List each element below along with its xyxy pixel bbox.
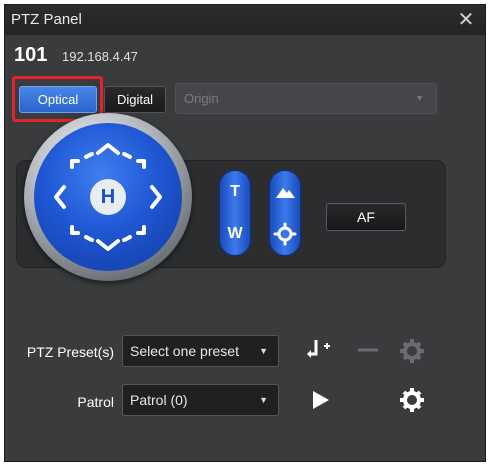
position-select-value: Origin	[184, 91, 219, 106]
remove-preset-icon[interactable]	[354, 336, 382, 364]
zoom-wide-button[interactable]: W	[220, 219, 250, 249]
camera-id: 101	[14, 44, 48, 66]
preset-label: PTZ Preset(s)	[26, 344, 114, 360]
preset-settings-icon[interactable]	[397, 336, 427, 366]
zoom-control: T W	[219, 170, 251, 256]
home-button[interactable]: H	[90, 179, 126, 215]
ptz-joystick[interactable]: H	[24, 113, 192, 281]
patrol-label: Patrol	[77, 394, 114, 410]
chevron-down-icon: ▼	[415, 93, 424, 103]
optical-button[interactable]: Optical	[19, 86, 97, 113]
chevron-down-icon: ▼	[259, 395, 268, 405]
mountain-icon[interactable]	[270, 177, 300, 207]
preset-select-value: Select one preset	[130, 343, 239, 359]
joystick-pad[interactable]: H	[34, 123, 182, 271]
title-bar: PTZ Panel ✕	[5, 5, 485, 35]
position-select[interactable]: Origin ▼	[175, 83, 437, 114]
close-icon[interactable]: ✕	[455, 5, 477, 35]
digital-button[interactable]: Digital	[104, 86, 166, 113]
patrol-select-value: Patrol (0)	[130, 392, 188, 408]
patrol-settings-icon[interactable]	[397, 385, 427, 415]
play-icon[interactable]	[306, 386, 334, 414]
window-title: PTZ Panel	[11, 11, 82, 28]
preset-select[interactable]: Select one preset ▼	[122, 335, 279, 367]
camera-ip: 192.168.4.47	[62, 49, 138, 64]
focus-control	[269, 170, 301, 256]
zoom-tele-button[interactable]: T	[220, 177, 250, 207]
patrol-select[interactable]: Patrol (0) ▼	[122, 384, 279, 416]
add-preset-icon[interactable]	[304, 336, 334, 364]
gear-icon[interactable]	[270, 219, 300, 249]
autofocus-button[interactable]: AF	[326, 203, 406, 231]
chevron-down-icon: ▼	[259, 346, 268, 356]
